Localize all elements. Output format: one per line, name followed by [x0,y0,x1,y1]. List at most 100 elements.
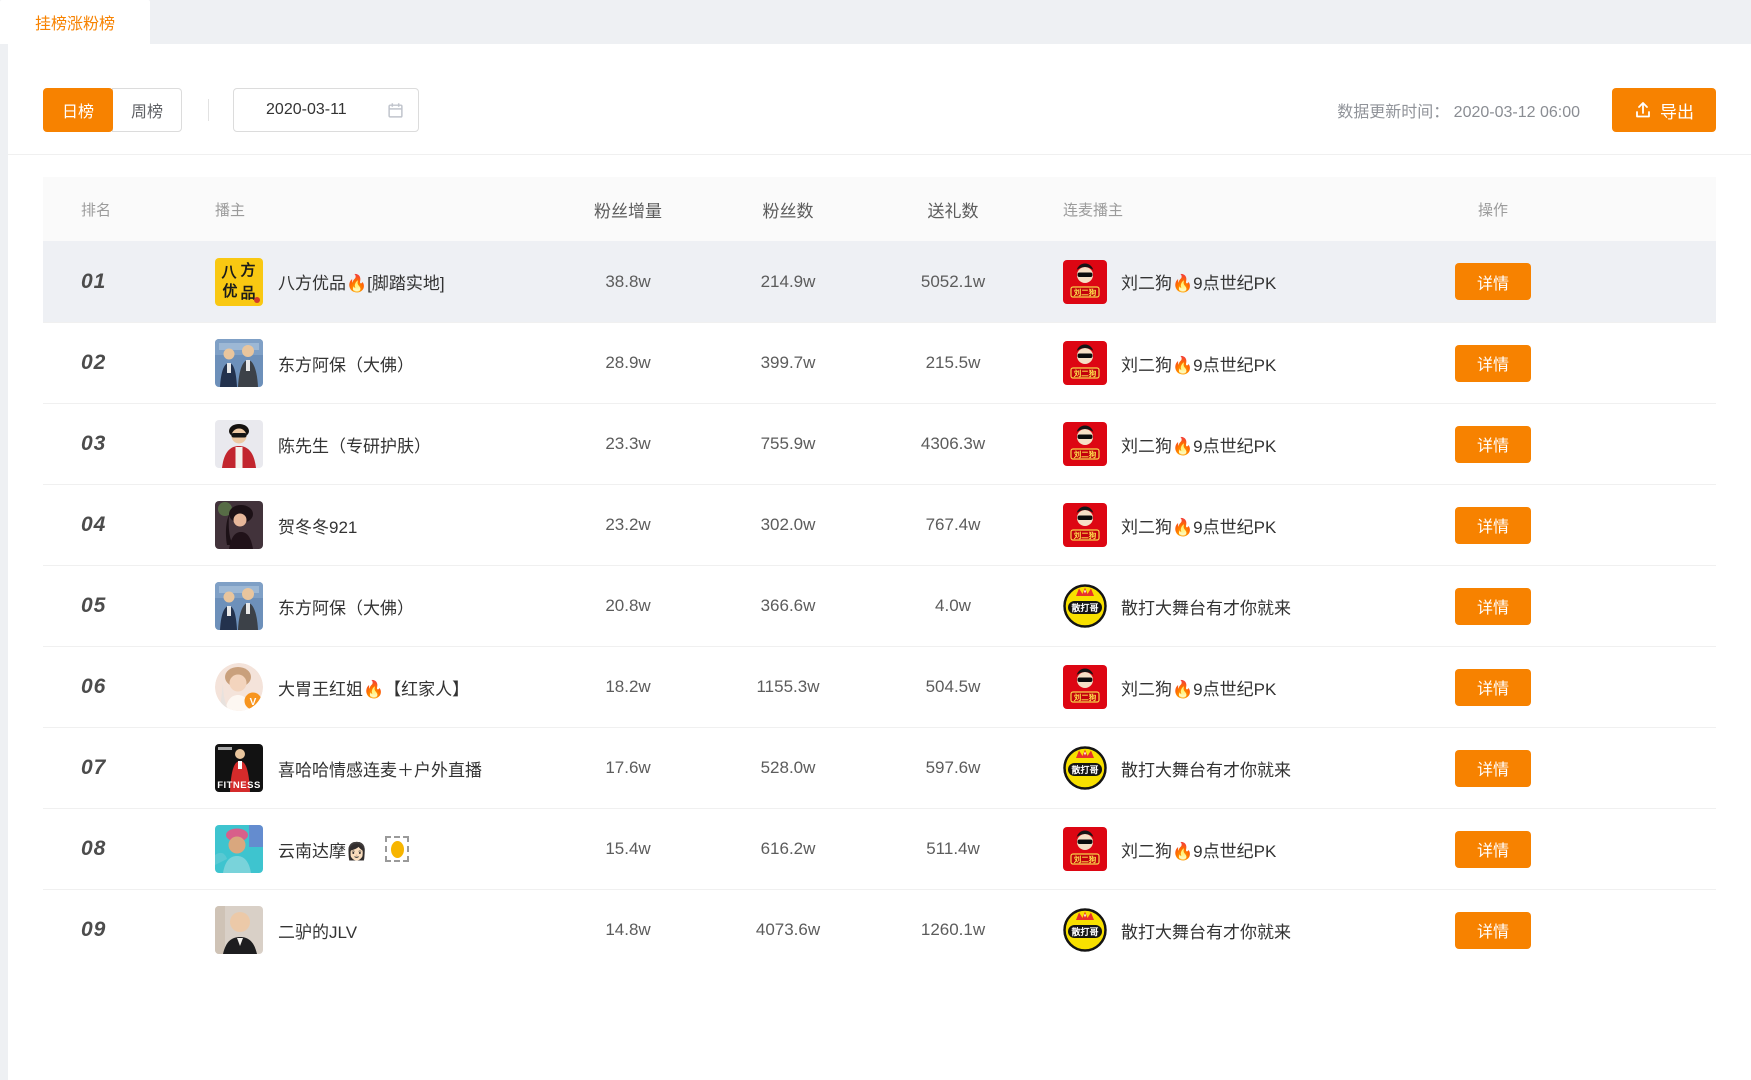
linked-streamer-name: 散打大舞台有才你就来 [1121,756,1291,781]
rank-number: 01 [81,270,106,293]
update-time: 数据更新时间： 2020-03-12 06:00 [1337,98,1580,122]
broadcaster-name: 八方优品🔥[脚踏实地] [278,269,445,294]
svg-text:八: 八 [220,264,237,281]
linked-streamer-name: 刘二狗🔥9点世纪PK [1121,513,1276,538]
linked-streamer-avatar: 刘二狗 [1063,503,1107,547]
toolbar-divider [208,99,209,121]
header-fans-gain: 粉丝增量 [548,197,708,222]
table-row: 08 云南达摩👩🏻 15.4w 616.2w 511.4w 刘二狗 刘二狗🔥9点… [43,808,1716,889]
svg-text:刘二狗: 刘二狗 [1074,368,1097,378]
period-toggle: 日榜 周榜 [43,88,182,132]
weekly-rank-button[interactable]: 周榜 [112,88,182,132]
linked-streamer-avatar: 散打哥 [1063,746,1107,790]
rank-number: 03 [81,432,106,455]
detail-button[interactable]: 详情 [1455,507,1531,544]
table-row: 06 V 大胃王红姐🔥【红家人】 18.2w 1155.3w 504.5w 刘二… [43,646,1716,727]
tab-title: 挂榜涨粉榜 [35,10,115,34]
detail-button[interactable]: 详情 [1455,588,1531,625]
gifts-value: 215.5w [868,353,1038,373]
linked-streamer-avatar: 刘二狗 [1063,665,1107,709]
fans-total-value: 755.9w [708,434,868,454]
svg-text:刘二狗: 刘二狗 [1074,449,1097,459]
broadcaster-name: 东方阿保（大佛） [278,594,414,619]
header-fans-total: 粉丝数 [708,197,868,222]
rank-number: 07 [81,756,106,779]
broadcaster-name: 二驴的JLV [278,918,357,943]
table-row: 07 FITNESS 喜哈哈情感连麦＋户外直播 17.6w 528.0w 597… [43,727,1716,808]
fans-total-value: 366.6w [708,596,868,616]
gifts-value: 1260.1w [868,920,1038,940]
missing-emoji-glyph [385,836,409,862]
broadcaster-avatar [215,501,263,549]
svg-text:散打哥: 散打哥 [1071,926,1098,937]
table-row: 04 贺冬冬921 23.2w 302.0w 767.4w 刘二狗 刘二狗🔥9点… [43,484,1716,565]
header-broadcaster: 播主 [173,199,548,220]
fans-gain-value: 15.4w [548,839,708,859]
broadcaster-avatar [215,906,263,954]
svg-text:散打哥: 散打哥 [1071,602,1098,613]
detail-button[interactable]: 详情 [1455,263,1531,300]
gifts-value: 5052.1w [868,272,1038,292]
tab-follower-leaderboard[interactable]: 挂榜涨粉榜 [0,0,150,44]
date-value: 2020-03-11 [266,101,387,119]
header-action: 操作 [1428,199,1724,220]
broadcaster-name: 东方阿保（大佛） [278,351,414,376]
table-row: 05 东方阿保（大佛） 20.8w 366.6w 4.0w 散打哥 散打大舞台有… [43,565,1716,646]
svg-text:品: 品 [240,285,255,302]
svg-text:刘二狗: 刘二狗 [1074,854,1097,864]
gifts-value: 4.0w [868,596,1038,616]
detail-button[interactable]: 详情 [1455,426,1531,463]
svg-text:方: 方 [240,261,255,279]
export-button[interactable]: 导出 [1612,88,1716,132]
date-picker[interactable]: 2020-03-11 [233,88,419,132]
linked-streamer-name: 刘二狗🔥9点世纪PK [1121,675,1276,700]
gifts-value: 597.6w [868,758,1038,778]
rank-number: 02 [81,351,106,374]
update-time-value: 2020-03-12 06:00 [1454,104,1580,121]
tab-bar: 挂榜涨粉榜 [0,0,1751,44]
linked-streamer-name: 刘二狗🔥9点世纪PK [1121,432,1276,457]
detail-button[interactable]: 详情 [1455,912,1531,949]
fans-total-value: 399.7w [708,353,868,373]
table-header-row: 排名 播主 粉丝增量 粉丝数 送礼数 连麦播主 操作 [43,177,1716,241]
content-panel: 日榜 周榜 2020-03-11 数据更新时间： 2020-03-12 06:0… [8,44,1751,1080]
linked-streamer-avatar: 散打哥 [1063,584,1107,628]
svg-text:V: V [250,697,257,708]
table-row: 02 东方阿保（大佛） 28.9w 399.7w 215.5w 刘二狗 刘二狗🔥… [43,322,1716,403]
broadcaster-avatar: 八 方 优 品 [215,258,263,306]
daily-rank-button[interactable]: 日榜 [43,88,113,132]
fans-gain-value: 38.8w [548,272,708,292]
linked-streamer-name: 刘二狗🔥9点世纪PK [1121,351,1276,376]
broadcaster-avatar [215,339,263,387]
fans-gain-value: 28.9w [548,353,708,373]
rank-number: 05 [81,594,106,617]
svg-text:刘二狗: 刘二狗 [1074,692,1097,702]
svg-text:散打哥: 散打哥 [1071,764,1098,775]
fans-total-value: 302.0w [708,515,868,535]
linked-streamer-name: 刘二狗🔥9点世纪PK [1121,837,1276,862]
detail-button[interactable]: 详情 [1455,750,1531,787]
gifts-value: 4306.3w [868,434,1038,454]
fans-total-value: 616.2w [708,839,868,859]
fans-gain-value: 18.2w [548,677,708,697]
fans-gain-value: 23.3w [548,434,708,454]
detail-button[interactable]: 详情 [1455,669,1531,706]
fans-total-value: 1155.3w [708,677,868,697]
export-icon [1634,101,1652,119]
detail-button[interactable]: 详情 [1455,345,1531,382]
table-body: 01 八 方 优 品 八方优品🔥[脚踏实地] 38.8w 214.9w 5052… [43,241,1716,970]
broadcaster-avatar: V [215,663,263,711]
rank-number: 08 [81,837,106,860]
gifts-value: 767.4w [868,515,1038,535]
table-row: 01 八 方 优 品 八方优品🔥[脚踏实地] 38.8w 214.9w 5052… [43,241,1716,322]
header-gifts: 送礼数 [868,197,1038,222]
detail-button[interactable]: 详情 [1455,831,1531,868]
fans-gain-value: 20.8w [548,596,708,616]
svg-text:FITNESS: FITNESS [217,780,261,791]
linked-streamer-avatar: 刘二狗 [1063,827,1107,871]
header-linked-streamer: 连麦播主 [1038,199,1428,220]
linked-streamer-avatar: 刘二狗 [1063,260,1107,304]
toolbar: 日榜 周榜 2020-03-11 数据更新时间： 2020-03-12 06:0… [8,44,1751,155]
linked-streamer-avatar: 刘二狗 [1063,341,1107,385]
update-time-label: 数据更新时间： [1337,104,1449,121]
